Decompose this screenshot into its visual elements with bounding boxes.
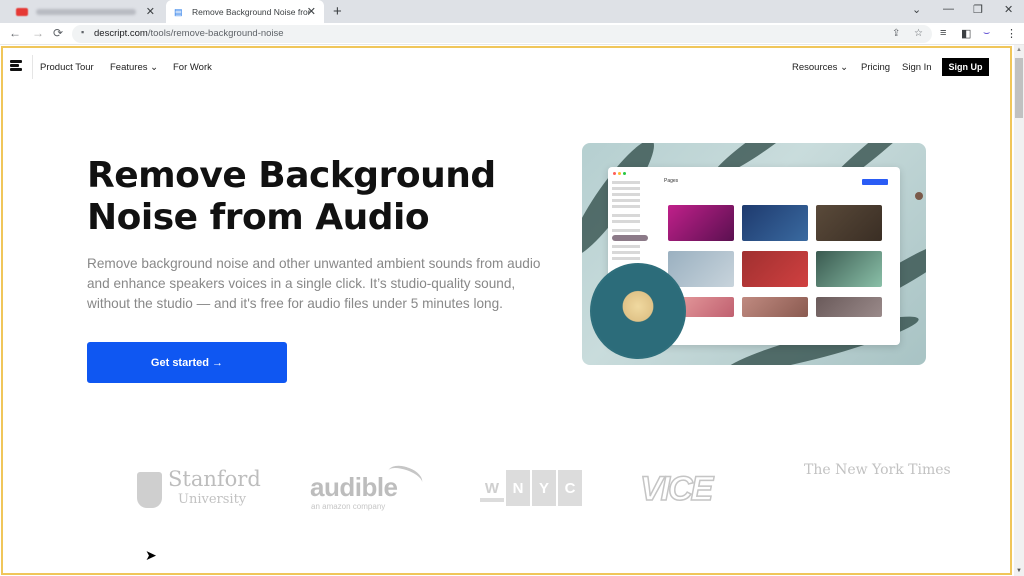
url-path: /tools/remove-background-noise (147, 28, 284, 39)
wnyc-logo: W N Y C (480, 470, 582, 506)
forward-icon[interactable]: → (32, 26, 44, 40)
close-window-button[interactable]: ✕ (1004, 3, 1013, 16)
wnyc-letter: Y (532, 470, 556, 506)
descript-logo-icon[interactable] (10, 60, 24, 74)
nav-for-work[interactable]: For Work (173, 62, 212, 73)
scroll-up-icon[interactable]: ▲ (1016, 47, 1022, 53)
project-card (816, 251, 882, 287)
reload-icon[interactable]: ⟳ (53, 26, 63, 40)
project-card (668, 251, 734, 287)
app-new-project-button (862, 179, 888, 185)
get-started-button[interactable]: Get started → (87, 342, 287, 383)
scrollbar-thumb[interactable] (1015, 58, 1023, 118)
close-tab-icon[interactable]: ✕ (307, 5, 316, 18)
wnyc-letter: N (506, 470, 530, 506)
nav-resources-label: Resources (792, 62, 838, 73)
audible-logo: audible (310, 472, 398, 502)
nav-divider (32, 55, 33, 79)
stanford-logo: Stanford (168, 467, 261, 491)
project-card (742, 205, 808, 241)
profile-icon[interactable]: ⌣ (983, 27, 990, 40)
minimize-button[interactable]: — (943, 3, 954, 15)
url-text: descript.com/tools/remove-background-noi… (94, 28, 284, 39)
wnyc-letter: C (558, 470, 582, 506)
page-scrollbar[interactable]: ▲ ▼ (1014, 45, 1024, 576)
url-domain: descript.com (94, 28, 148, 39)
project-card (816, 205, 882, 241)
sign-up-button[interactable]: Sign Up (942, 58, 989, 76)
mouse-cursor-icon: ➤ (145, 547, 157, 563)
page-title: Remove Background Noise from Audio (87, 155, 496, 238)
nav-features[interactable]: Features ⌄ (110, 62, 158, 73)
hero-description: Remove background noise and other unwant… (87, 256, 541, 311)
tab-title: Remove Background Noise from (192, 6, 310, 17)
menu-icon[interactable]: ⋮ (1006, 27, 1017, 40)
app-avatar (915, 192, 923, 200)
nav-resources[interactable]: Resources ⌄ (792, 62, 848, 73)
page-viewport: Product Tour Features ⌄ For Work Resourc… (0, 45, 1024, 576)
stanford-logo-icon (137, 472, 162, 508)
close-tab-icon[interactable]: ✕ (146, 5, 155, 18)
tab-title-blurred (36, 8, 136, 15)
descript-doc-icon: ▤ (174, 6, 183, 17)
address-bar[interactable]: ▪ descript.com/tools/remove-background-n… (72, 25, 932, 43)
chevron-down-icon: ⌄ (150, 62, 159, 73)
share-icon[interactable]: ⇪ (892, 28, 900, 39)
audible-logo-sub: an amazon company (311, 502, 386, 511)
app-pages-title: Pages (664, 178, 679, 184)
vice-logo: VICE (639, 469, 714, 509)
project-card (742, 251, 808, 287)
new-tab-button[interactable]: + (333, 3, 342, 20)
nav-features-label: Features (110, 62, 148, 73)
nav-sign-in[interactable]: Sign In (902, 62, 932, 73)
lock-icon: ▪ (81, 27, 85, 37)
nav-product-tour[interactable]: Product Tour (40, 62, 94, 73)
tab-inactive[interactable]: ✕ (8, 0, 163, 23)
browser-toolbar: ← → ⟳ ▪ descript.com/tools/remove-backgr… (0, 23, 1024, 45)
media-control-icon[interactable]: ≡ (940, 27, 946, 39)
restore-button[interactable]: ❐ (973, 3, 983, 16)
project-card (742, 297, 808, 317)
scroll-down-icon[interactable]: ▼ (1016, 568, 1022, 574)
stanford-logo-sub: University (178, 492, 247, 507)
tab-search-icon[interactable]: ⌄ (912, 3, 921, 16)
star-icon[interactable]: ☆ (914, 28, 923, 39)
nyt-logo: The New York Times (804, 462, 951, 478)
app-project-grid (668, 205, 882, 317)
back-icon[interactable]: ← (9, 26, 21, 40)
project-card (816, 297, 882, 317)
window-dots (613, 172, 626, 175)
chevron-down-icon: ⌄ (840, 62, 849, 73)
hero-product-image: Pages (582, 143, 926, 365)
nav-pricing[interactable]: Pricing (861, 62, 890, 73)
app-sidebar (612, 181, 656, 263)
speaker-video-bubble (590, 263, 686, 359)
wnyc-letter: W (480, 478, 504, 502)
tab-active[interactable]: ▤ Remove Background Noise from ✕ (166, 0, 324, 23)
youtube-icon (16, 7, 28, 16)
side-panel-icon[interactable]: ◧ (961, 27, 971, 40)
project-card (668, 205, 734, 241)
browser-tabstrip: ✕ ▤ Remove Background Noise from ✕ + ⌄ —… (0, 0, 1024, 23)
